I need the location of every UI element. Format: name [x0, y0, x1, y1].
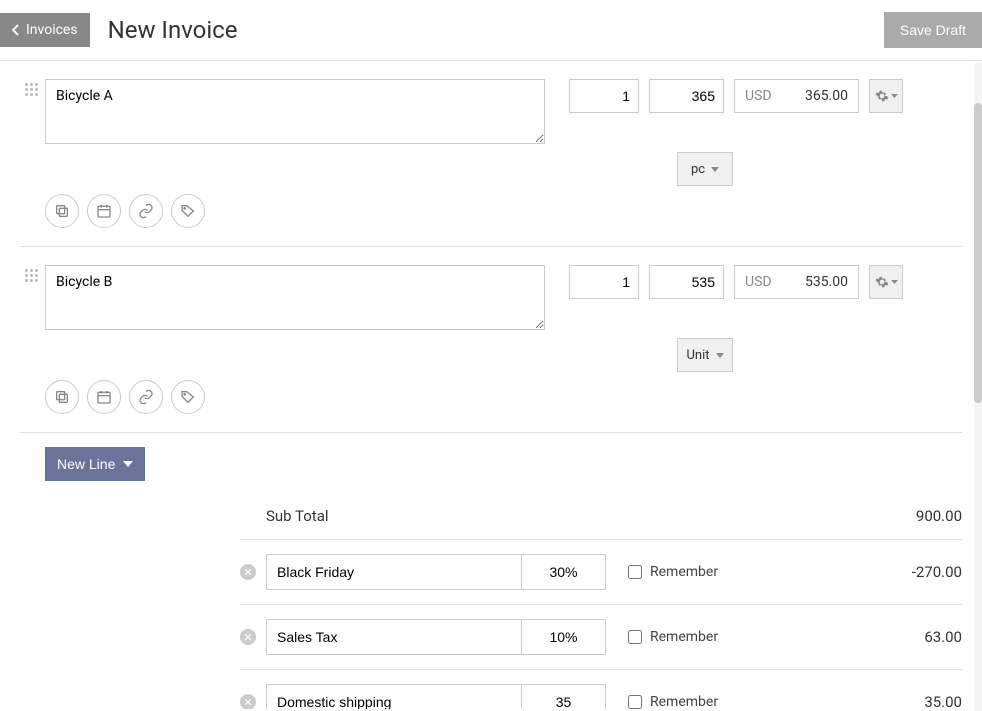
copy-icon [54, 203, 70, 219]
link-icon [138, 203, 154, 219]
new-line-label: New Line [57, 456, 115, 472]
grip-icon [25, 269, 38, 282]
back-to-invoices-button[interactable]: Invoices [0, 13, 90, 47]
line-description-input[interactable] [45, 79, 545, 144]
caret-down-icon [716, 353, 724, 358]
tag-icon [180, 389, 196, 405]
page-title: New Invoice [108, 16, 238, 44]
unit-label: Unit [686, 348, 709, 363]
subtotal-row: Sub Total 900.00 [240, 493, 962, 539]
remember-checkbox-input[interactable] [628, 695, 642, 709]
line-unit-select[interactable]: pc [677, 152, 733, 186]
tag-icon [180, 203, 196, 219]
adjustment-row: ✕ Remember -270.00 [240, 539, 962, 604]
calendar-icon [96, 203, 112, 219]
line-quantity-input[interactable] [569, 79, 639, 113]
remember-label: Remember [650, 694, 718, 709]
caret-down-icon [123, 461, 133, 467]
new-line-button[interactable]: New Line [45, 447, 145, 481]
drag-handle[interactable] [25, 83, 38, 96]
line-quantity-input[interactable] [569, 265, 639, 299]
line-amount: USD 535.00 [734, 265, 859, 299]
remove-adjustment-button[interactable]: ✕ [240, 629, 256, 645]
page-header: Invoices New Invoice Save Draft [0, 0, 982, 61]
link-icon [138, 389, 154, 405]
gear-icon [875, 89, 889, 103]
link-line-button[interactable] [129, 194, 163, 228]
adjustment-row: ✕ Remember 35.00 [240, 669, 962, 709]
back-label: Invoices [26, 22, 78, 38]
remember-checkbox[interactable]: Remember [628, 694, 718, 709]
line-price-input[interactable] [649, 265, 724, 299]
remember-checkbox-input[interactable] [628, 630, 642, 644]
calendar-icon [96, 389, 112, 405]
remove-adjustment-button[interactable]: ✕ [240, 694, 256, 709]
adjustment-amount: 35.00 [924, 693, 962, 709]
line-settings-button[interactable] [869, 265, 903, 299]
drag-handle[interactable] [25, 269, 38, 282]
caret-down-icon [711, 167, 719, 172]
remember-label: Remember [650, 564, 718, 580]
duplicate-line-button[interactable] [45, 194, 79, 228]
schedule-line-button[interactable] [87, 380, 121, 414]
adjustment-amount: 63.00 [924, 628, 962, 646]
content-area: USD 365.00 pc [0, 61, 982, 709]
schedule-line-button[interactable] [87, 194, 121, 228]
line-price-input[interactable] [649, 79, 724, 113]
adjustment-value-input[interactable] [521, 684, 606, 709]
line-item: USD 535.00 Unit [20, 246, 962, 432]
link-line-button[interactable] [129, 380, 163, 414]
chevron-left-icon [12, 24, 20, 36]
unit-label: pc [691, 162, 705, 177]
duplicate-line-button[interactable] [45, 380, 79, 414]
scrollbar-thumb[interactable] [974, 103, 982, 403]
adjustment-amount: -270.00 [912, 563, 962, 581]
line-settings-button[interactable] [869, 79, 903, 113]
gear-icon [875, 275, 889, 289]
remove-adjustment-button[interactable]: ✕ [240, 564, 256, 580]
caret-down-icon [891, 94, 898, 98]
caret-down-icon [891, 280, 898, 284]
line-description-input[interactable] [45, 265, 545, 330]
copy-icon [54, 389, 70, 405]
adjustment-name-input[interactable] [266, 619, 521, 655]
totals-section: Sub Total 900.00 ✕ Remember -270.00 ✕ [240, 493, 962, 709]
adjustment-value-input[interactable] [521, 619, 606, 655]
tag-line-button[interactable] [171, 380, 205, 414]
remember-checkbox-input[interactable] [628, 565, 642, 579]
adjustment-value-input[interactable] [521, 554, 606, 590]
currency-label: USD [745, 88, 772, 104]
save-draft-button[interactable]: Save Draft [884, 12, 982, 48]
subtotal-amount: 900.00 [916, 507, 962, 525]
amount-value: 365.00 [805, 88, 848, 104]
line-amount: USD 365.00 [734, 79, 859, 113]
currency-label: USD [745, 274, 772, 290]
adjustment-row: ✕ Remember 63.00 [240, 604, 962, 669]
vertical-scrollbar[interactable] [974, 63, 982, 711]
adjustment-name-input[interactable] [266, 684, 521, 709]
remember-label: Remember [650, 629, 718, 645]
remember-checkbox[interactable]: Remember [628, 564, 718, 580]
subtotal-label: Sub Total [266, 507, 329, 525]
grip-icon [25, 83, 38, 96]
tag-line-button[interactable] [171, 194, 205, 228]
remember-checkbox[interactable]: Remember [628, 629, 718, 645]
amount-value: 535.00 [805, 274, 848, 290]
line-item: USD 365.00 pc [20, 61, 962, 246]
adjustment-name-input[interactable] [266, 554, 521, 590]
line-unit-select[interactable]: Unit [677, 338, 733, 372]
